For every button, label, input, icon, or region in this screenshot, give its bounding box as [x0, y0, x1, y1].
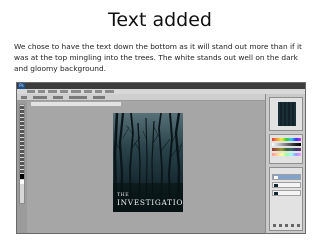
menu-item[interactable]	[95, 90, 102, 93]
document-tab[interactable]	[31, 102, 121, 106]
menu-item[interactable]	[71, 90, 81, 93]
presentation-slide: Text added We chose to have the text dow…	[0, 0, 320, 240]
hand-tool-icon[interactable]	[20, 166, 24, 169]
dodge-tool-icon[interactable]	[20, 146, 24, 149]
option-control[interactable]	[33, 96, 47, 99]
editor-screenshot: Ps THE INVESTIGATIO	[16, 82, 306, 234]
stamp-tool-icon[interactable]	[20, 134, 24, 137]
options-bar	[17, 94, 305, 101]
panel-dock	[265, 94, 305, 233]
navigator-panel	[269, 97, 303, 131]
option-control[interactable]	[69, 96, 87, 99]
background-color-icon[interactable]	[20, 180, 24, 184]
swatch-row[interactable]	[272, 153, 301, 156]
swatch-row[interactable]	[272, 143, 301, 146]
layer-row[interactable]	[272, 190, 301, 196]
type-tool-icon[interactable]	[20, 154, 24, 157]
layer-thumbnail	[274, 192, 278, 195]
swatch-row[interactable]	[272, 138, 301, 141]
option-control[interactable]	[53, 96, 63, 99]
foreground-color-icon[interactable]	[20, 174, 24, 179]
tool-preset-icon[interactable]	[21, 96, 27, 99]
lasso-tool-icon[interactable]	[20, 114, 24, 117]
menu-item[interactable]	[84, 90, 92, 93]
menu-item[interactable]	[38, 90, 45, 93]
path-selection-tool-icon[interactable]	[20, 158, 24, 161]
brush-tool-icon[interactable]	[20, 130, 24, 133]
layer-thumbnail	[274, 184, 278, 187]
pen-tool-icon[interactable]	[20, 150, 24, 153]
shape-tool-icon[interactable]	[20, 162, 24, 165]
zoom-tool-icon[interactable]	[20, 170, 24, 173]
menu-item[interactable]	[60, 90, 68, 93]
marquee-tool-icon[interactable]	[20, 110, 24, 113]
link-layers-icon[interactable]	[273, 224, 276, 227]
swatch-row[interactable]	[272, 148, 301, 151]
magic-wand-tool-icon[interactable]	[20, 118, 24, 121]
layer-row[interactable]	[272, 174, 301, 180]
slide-body-text: We chose to have the text down the botto…	[14, 42, 302, 73]
move-tool-icon[interactable]	[20, 106, 24, 109]
layers-panel	[269, 167, 303, 231]
eyedropper-tool-icon[interactable]	[20, 126, 24, 129]
layer-row[interactable]	[272, 182, 301, 188]
poster-document[interactable]: THE INVESTIGATION	[113, 113, 183, 212]
option-control[interactable]	[93, 96, 105, 99]
swatches-panel	[269, 134, 303, 164]
gradient-tool-icon[interactable]	[20, 142, 24, 145]
slide-title: Text added	[108, 9, 212, 31]
navigator-thumbnail[interactable]	[278, 102, 296, 126]
trash-icon[interactable]	[297, 224, 300, 227]
tools-panel	[19, 104, 25, 204]
menu-item[interactable]	[105, 90, 114, 93]
navigator-preview-image	[278, 102, 296, 126]
new-layer-icon[interactable]	[291, 224, 294, 227]
add-mask-icon[interactable]	[285, 224, 288, 227]
eraser-tool-icon[interactable]	[20, 138, 24, 141]
crop-tool-icon[interactable]	[20, 122, 24, 125]
poster-title-line2: INVESTIGATION	[117, 198, 183, 207]
layer-thumbnail	[274, 176, 278, 179]
layer-style-icon[interactable]	[279, 224, 282, 227]
menu-item[interactable]	[48, 90, 57, 93]
menu-item[interactable]	[27, 90, 35, 93]
